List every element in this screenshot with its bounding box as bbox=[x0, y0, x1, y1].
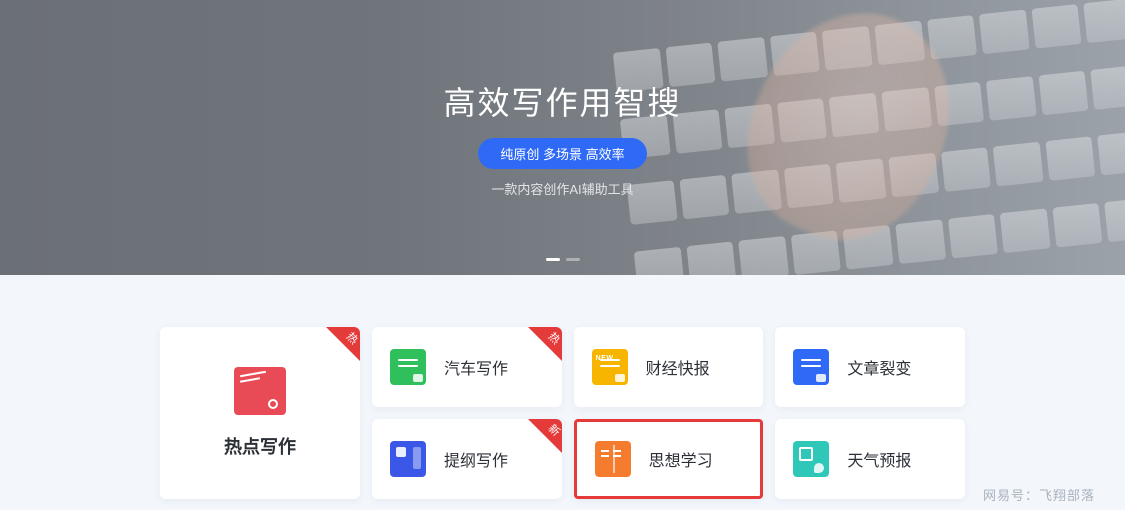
card-finance-news[interactable]: NEW 财经快报 bbox=[574, 327, 764, 407]
carousel-dot-2[interactable] bbox=[566, 258, 580, 261]
card-auto-writing[interactable]: 热 汽车写作 bbox=[372, 327, 562, 407]
card-outline-writing[interactable]: 新 提纲写作 bbox=[372, 419, 562, 499]
hero-banner: 高效写作用智搜 纯原创 多场景 高效率 一款内容创作AI辅助工具 bbox=[0, 0, 1125, 275]
carousel-dot-1[interactable] bbox=[546, 258, 560, 261]
card-article-split[interactable]: 文章裂变 bbox=[775, 327, 965, 407]
card-label: 热点写作 bbox=[224, 433, 296, 459]
new-ribbon-icon: 新 bbox=[528, 419, 562, 453]
card-label: 天气预报 bbox=[847, 447, 911, 471]
card-label: 财经快报 bbox=[646, 355, 710, 379]
category-grid: 热 热点写作 热 汽车写作 NEW 财经快报 文章裂变 新 提纲写作 思想学习 … bbox=[0, 275, 1125, 499]
card-study-highlighted[interactable]: 思想学习 bbox=[574, 419, 764, 499]
hot-ribbon-icon: 热 bbox=[326, 327, 360, 361]
card-label: 汽车写作 bbox=[444, 355, 508, 379]
card-weather[interactable]: 天气预报 bbox=[775, 419, 965, 499]
monitor-chart-icon bbox=[234, 367, 286, 415]
hot-ribbon-icon: 热 bbox=[528, 327, 562, 361]
document-new-icon: NEW bbox=[592, 349, 628, 385]
carousel-indicators[interactable] bbox=[546, 258, 580, 261]
document-green-icon bbox=[390, 349, 426, 385]
hero-title: 高效写作用智搜 bbox=[443, 78, 681, 124]
card-label: 思想学习 bbox=[649, 447, 713, 471]
layout-grid-icon bbox=[390, 441, 426, 477]
hero-subtitle: 一款内容创作AI辅助工具 bbox=[491, 179, 633, 198]
book-icon bbox=[595, 441, 631, 477]
weather-icon bbox=[793, 441, 829, 477]
document-blue-icon bbox=[793, 349, 829, 385]
card-label: 文章裂变 bbox=[847, 355, 911, 379]
hero-badge: 纯原创 多场景 高效率 bbox=[478, 138, 646, 169]
source-watermark: 网易号：飞翔部落 bbox=[983, 485, 1095, 504]
card-hot-writing[interactable]: 热 热点写作 bbox=[160, 327, 360, 499]
card-label: 提纲写作 bbox=[444, 447, 508, 471]
